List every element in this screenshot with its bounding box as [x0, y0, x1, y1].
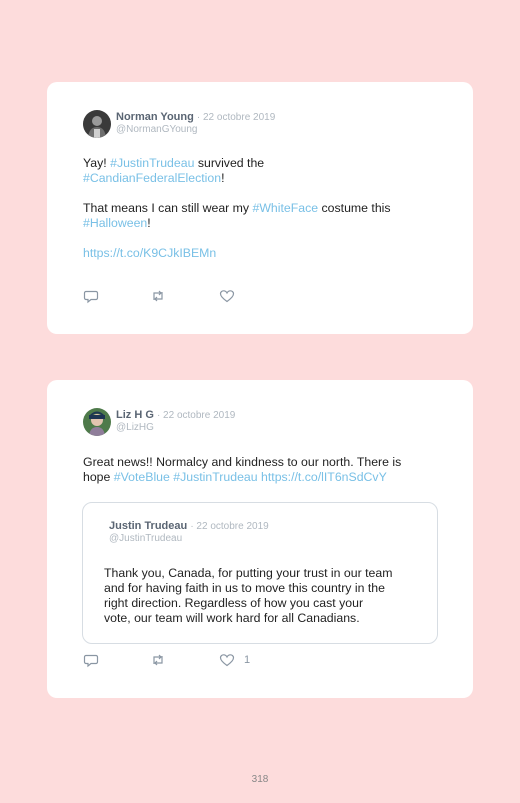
quoted-author-name[interactable]: Justin Trudeau · 22 octobre 2019	[109, 520, 269, 532]
author-handle: @LizHG	[116, 422, 154, 433]
tweet-text: Great news!! Normalcy and kindness to ou…	[83, 455, 402, 484]
reply-icon	[83, 652, 99, 668]
tweet-date: · 22 octobre 2019	[196, 112, 276, 123]
quoted-tweet-date: · 22 octobre 2019	[190, 521, 269, 532]
reply-button[interactable]	[83, 652, 99, 668]
retweet-button[interactable]	[150, 652, 166, 668]
like-icon	[219, 652, 235, 668]
reply-button[interactable]	[83, 288, 99, 304]
avatar[interactable]	[83, 408, 111, 436]
avatar[interactable]	[83, 110, 111, 138]
hashtag-link[interactable]: #Halloween	[83, 216, 147, 230]
hashtag-link[interactable]: #JustinTrudeau	[110, 156, 194, 170]
tweet-text: Yay! #JustinTrudeau survived the #Candia…	[83, 156, 391, 260]
retweet-button[interactable]	[150, 288, 166, 304]
hashtag-link[interactable]: #JustinTrudeau	[173, 470, 257, 484]
tweet-card-norman-young: Norman Young · 22 octobre 2019 @NormanGY…	[47, 82, 473, 334]
tweet-card-liz-hg: Liz H G · 22 octobre 2019 @LizHG Great n…	[47, 380, 473, 698]
page-number: 318	[251, 774, 269, 785]
quoted-tweet-text: Thank you, Canada, for putting your trus…	[104, 566, 393, 625]
author-name[interactable]: Liz H G · 22 octobre 2019	[116, 409, 235, 421]
like-count: 1	[244, 654, 251, 666]
like-icon	[219, 288, 235, 304]
author-handle: @NormanGYoung	[116, 124, 198, 135]
like-button[interactable]: 1	[219, 652, 250, 668]
quoted-tweet[interactable]: Justin Trudeau · 22 octobre 2019 @Justin…	[82, 502, 438, 644]
like-button[interactable]	[219, 288, 235, 304]
retweet-icon	[150, 288, 166, 304]
hashtag-link[interactable]: #CandianFederalElection	[83, 171, 221, 185]
retweet-icon	[150, 652, 166, 668]
quoted-author-handle: @JustinTrudeau	[109, 533, 183, 544]
hashtag-link[interactable]: #VoteBlue	[114, 470, 170, 484]
tweet-date: · 22 octobre 2019	[156, 410, 236, 421]
tweet-url-link[interactable]: https://t.co/lIT6nSdCvY	[261, 470, 387, 484]
reply-icon	[83, 288, 99, 304]
hashtag-link[interactable]: #WhiteFace	[252, 201, 318, 215]
author-name[interactable]: Norman Young · 22 octobre 2019	[116, 111, 275, 123]
tweet-url-link[interactable]: https://t.co/K9CJkIBEMn	[83, 246, 216, 260]
